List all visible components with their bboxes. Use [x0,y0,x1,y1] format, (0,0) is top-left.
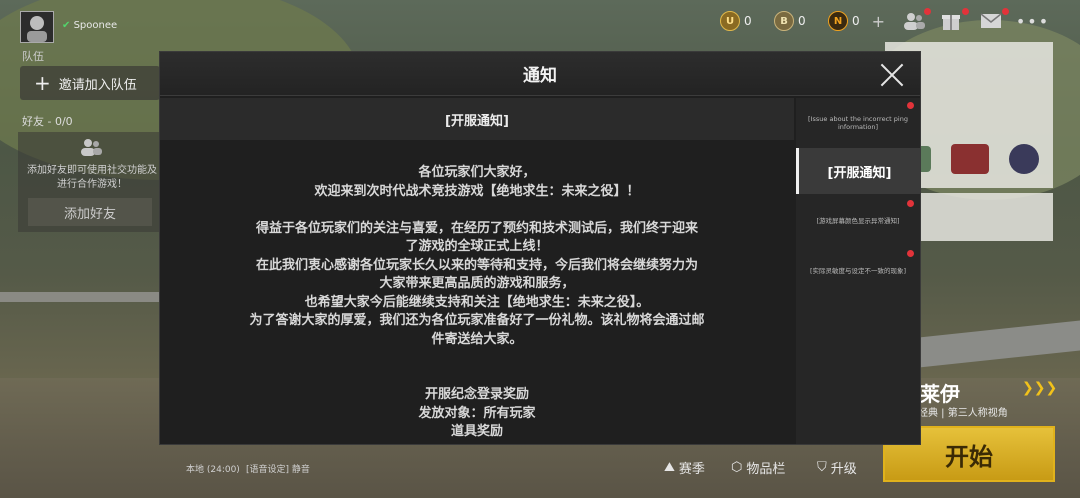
add-friend-button[interactable]: 添加好友 [28,198,152,226]
notice-line: 道具奖励 [450,424,503,439]
notice-list-item[interactable]: [实际灵敏度与设定不一致的现象] [796,252,920,290]
friends-icon[interactable] [903,10,925,32]
map-name: 莱伊 [920,382,960,406]
notice-line: 开服纪念登录奖励 [424,387,529,402]
season-icon: ⛰ [664,460,675,475]
squad-label: 队伍 [22,50,44,63]
inventory-button[interactable]: ⬡ 物品栏 [731,458,785,477]
mode-subtitle: 经典 | 第三人称视角 [918,408,1008,419]
notice-line: 得益于各位玩家们的关注与喜爱，在经历了预约和技术测试后，我们终于迎来 [255,220,698,236]
notice-line: 在此我们衷心感谢各位玩家长久以来的等待和支持，今后我们将会继续努力为 [255,257,698,273]
ag-value: 0 [852,14,860,28]
avatar-icon [27,16,47,42]
notification-dot [924,8,931,15]
close-icon[interactable] [878,61,906,89]
notice-line [160,349,794,368]
username: ✔ Spoonee [62,20,118,31]
ag-coin-icon: N [828,11,848,31]
dialog-header: 通知 [160,52,920,96]
notice-title: [开服通知] [160,98,794,140]
inventory-icon: ⬡ [731,460,743,475]
player-avatar[interactable] [20,11,54,43]
notice-line: 各位玩家们大家好， [418,165,536,180]
upgrade-button[interactable]: ⛉ 升级 [817,458,857,477]
bp-coin-icon: B [774,11,794,31]
upgrade-icon: ⛉ [817,460,827,475]
more-menu-icon[interactable]: ••• [1016,10,1048,32]
notice-line: 欢迎来到次时代战术竞技游戏【绝地求生：未来之役】！ [314,183,640,199]
online-status-icon: ✔ [62,20,71,31]
uc-currency[interactable]: U 0 [720,10,752,32]
notice-line: 发放对象：所有玩家 [418,405,536,421]
friends-icon [81,139,102,156]
notice-list: [Issue about the incorrect ping informat… [796,98,920,444]
notice-body[interactable]: 各位玩家们大家好， 欢迎来到次时代战术竞技游戏【绝地求生：未来之役】！ 得益于各… [160,140,794,444]
notice-line: 件寄送给大家。 [431,331,523,347]
notice-list-item[interactable]: [Issue about the incorrect ping informat… [796,104,920,142]
notice-list-item-active[interactable]: [开服通知] [796,148,920,194]
notice-list-item[interactable]: [游戏屏幕颜色显示异常通知] [796,202,920,240]
ag-currency[interactable]: N 0 + [828,10,885,32]
notification-dot [907,250,914,257]
gift-icon[interactable] [940,10,962,32]
season-button[interactable]: ⛰ 赛季 [664,458,705,477]
uc-value: 0 [744,14,752,28]
notification-dot [962,8,969,15]
notification-dot [907,200,914,207]
background-guardrail [0,292,160,302]
background-guardrail [900,320,1080,370]
dialog-title: 通知 [523,66,557,86]
server-label: 本地 (24:00) [186,465,240,475]
friends-hint: 添加好友即可使用社交功能及进行合作游戏！ [27,165,157,190]
mail-icon[interactable] [980,10,1002,32]
mode-select-icon[interactable]: ❯❯❯ [1022,380,1057,396]
notice-line [160,368,794,387]
notice-line: 了游戏的全球正式上线！ [405,239,549,254]
add-currency-button[interactable]: + [872,12,885,31]
voice-setting[interactable]: [语音设定] 静音 [246,462,310,475]
notice-line: 为了答谢大家的厚爱，我们还为各位玩家准备好了一份礼物。该礼物将会通过邮 [249,313,705,328]
notification-dot [1002,8,1009,15]
uc-coin-icon: U [720,11,740,31]
notice-line: 大家带来更高品质的游戏和服务， [379,276,575,291]
notification-dot [907,102,914,109]
bp-currency[interactable]: B 0 [774,10,806,32]
notice-line: 也希望大家今后能继续支持和关注【绝地求生：未来之役】。 [304,294,650,310]
plus-icon: + [34,71,51,95]
friends-count-label: 好友 - 0/0 [22,115,73,128]
crate-icon [951,144,989,174]
invite-to-team-button[interactable]: + 邀请加入队伍 [20,66,160,100]
notice-line [160,201,794,220]
pass-icon [1009,144,1039,174]
notice-dialog: 通知 [开服通知] 各位玩家们大家好， 欢迎来到次时代战术竞技游戏【绝地求生：未… [160,52,920,444]
bp-value: 0 [798,14,806,28]
